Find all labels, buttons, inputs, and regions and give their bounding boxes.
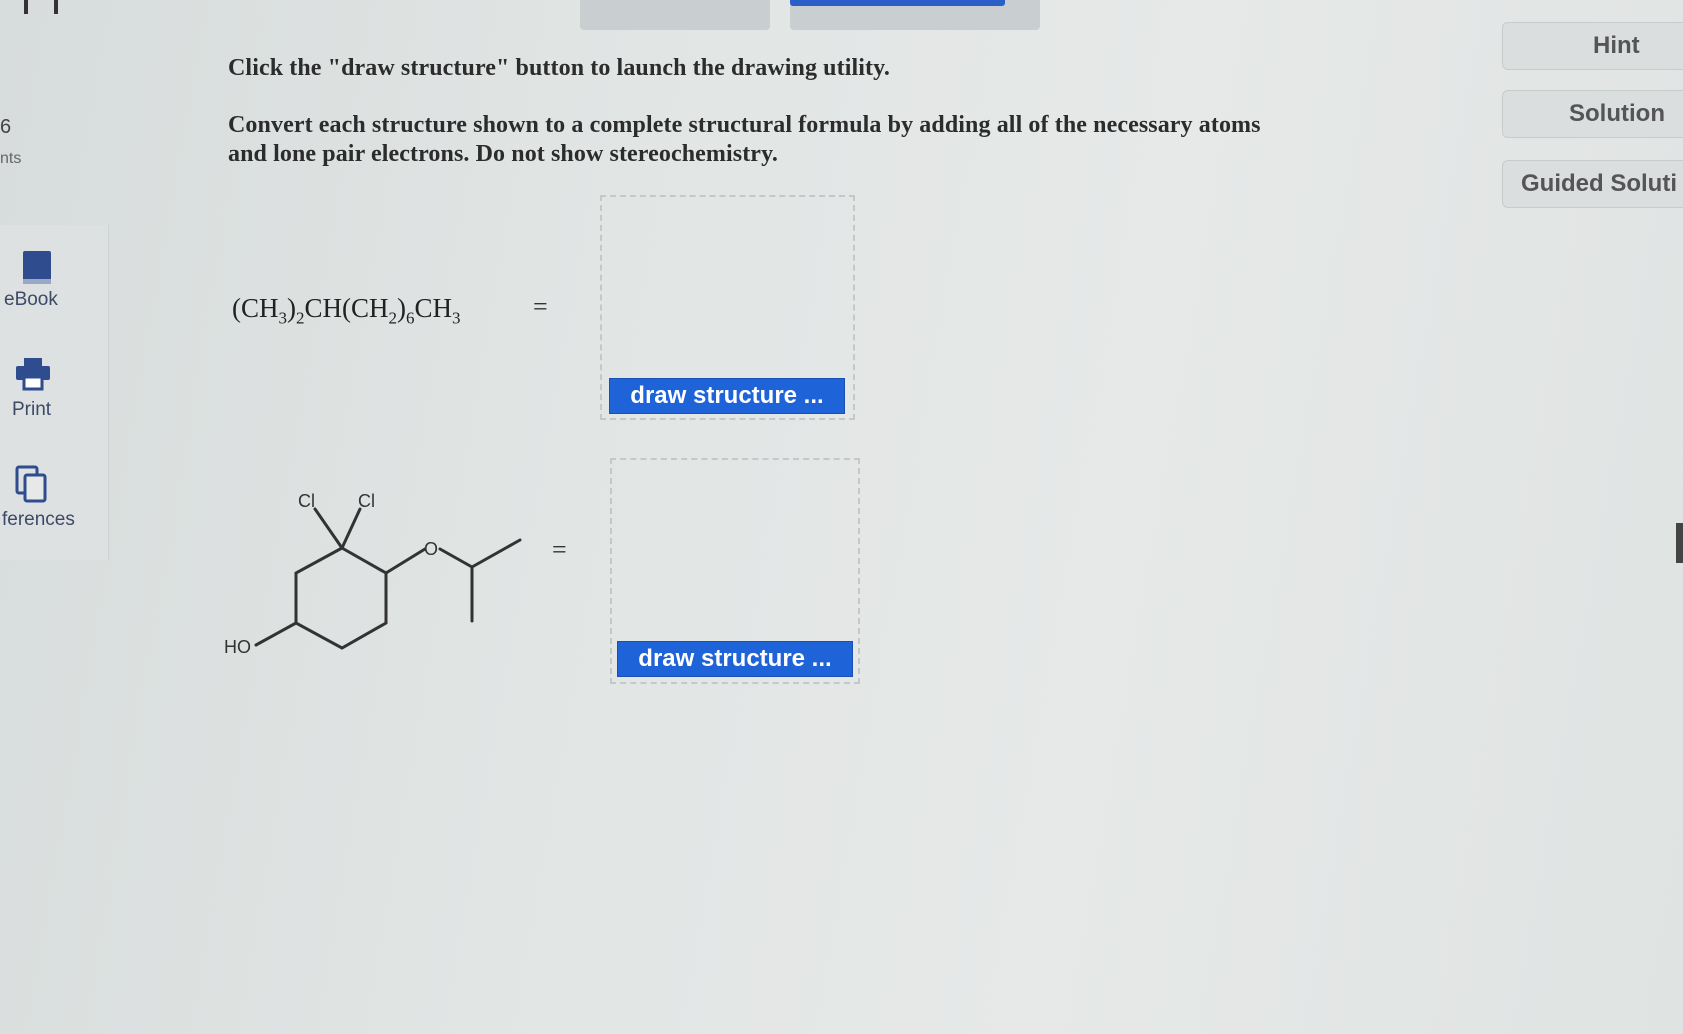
bond-ho (254, 621, 298, 647)
sidebar-item-ebook[interactable]: eBook (0, 245, 108, 335)
printer-icon (14, 357, 52, 397)
sidebar-item-label: Print (12, 399, 52, 420)
book-icon (20, 249, 54, 293)
bond-c-o (384, 547, 427, 575)
equals-sign-1: = (533, 292, 548, 321)
atom-label-ho: HO (224, 637, 251, 657)
top-tab-2-active[interactable] (790, 0, 1040, 30)
draw-structure-button-1[interactable]: draw structure ... (609, 378, 845, 414)
sidebar: eBook Print ferences (0, 225, 109, 560)
references-icon (14, 465, 50, 511)
sidebar-item-label: eBook (4, 289, 58, 310)
sidebar-item-references[interactable]: ferences (0, 465, 108, 555)
atom-label-cl1: Cl (298, 491, 315, 511)
scrollbar-handle[interactable] (1676, 523, 1683, 563)
top-tab-1[interactable] (580, 0, 770, 30)
guided-solution-button[interactable]: Guided Soluti (1502, 160, 1683, 208)
condensed-formula: (CH3)2CH(CH2)6CH3 (232, 293, 461, 328)
instruction-convert-line2: and lone pair electrons. Do not show ste… (228, 141, 778, 167)
equals-sign-2: = (552, 535, 567, 564)
sidebar-item-label: ferences (2, 509, 75, 530)
instruction-launch: Click the "draw structure" button to lau… (228, 55, 890, 81)
bond-o-c (438, 547, 474, 569)
draw-structure-button-2[interactable]: draw structure ... (617, 641, 853, 677)
solution-button-label: Solution (1569, 100, 1665, 127)
bond-isopropyl-up (470, 538, 522, 569)
bond-cl2 (340, 507, 362, 550)
points-value: 6 (0, 116, 12, 138)
ring-bond-path (294, 546, 388, 650)
skeletal-structure: Cl Cl O HO (224, 491, 522, 657)
sidebar-item-print[interactable]: Print (0, 355, 108, 445)
hint-button-label: Hint (1593, 32, 1640, 59)
atom-label-cl2: Cl (358, 491, 375, 511)
solution-button[interactable]: Solution (1502, 90, 1683, 138)
bond-cl1 (313, 507, 344, 550)
points-label: nts (0, 150, 22, 167)
guided-solution-button-label: Guided Soluti (1521, 170, 1677, 197)
instruction-convert-line1: Convert each structure shown to a comple… (228, 112, 1261, 138)
hint-button[interactable]: Hint (1502, 22, 1683, 70)
atom-label-o: O (424, 539, 438, 559)
top-edge-marks (24, 0, 84, 14)
